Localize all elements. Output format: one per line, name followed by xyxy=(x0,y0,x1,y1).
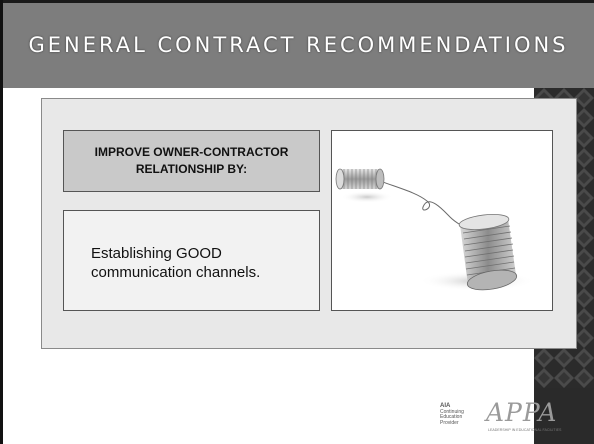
appa-tagline: LEADERSHIP IN EDUCATIONAL FACILITIES xyxy=(488,428,562,432)
slide-title: GENERAL CONTRACT RECOMMENDATIONS xyxy=(28,33,569,57)
tin-can-telephone-icon xyxy=(335,168,535,291)
appa-logo: APPA LEADERSHIP IN EDUCATIONAL FACILITIE… xyxy=(486,398,590,438)
body-box: Establishing GOOD communication channels… xyxy=(63,210,320,311)
small-can xyxy=(335,168,385,190)
body-text: Establishing GOOD communication channels… xyxy=(91,245,261,281)
aia-logo: AIA Continuing Education Provider xyxy=(440,403,474,434)
left-edge xyxy=(0,0,3,444)
title-bar: GENERAL CONTRACT RECOMMENDATIONS xyxy=(3,3,594,88)
image-box xyxy=(331,130,553,311)
top-edge xyxy=(0,0,594,3)
appa-wordmark: APPA xyxy=(486,398,558,427)
heading-text: IMPROVE OWNER-CONTRACTOR RELATIONSHIP BY… xyxy=(94,145,289,176)
aia-logo-line4: Provider xyxy=(440,419,459,426)
slide: GENERAL CONTRACT RECOMMENDATIONS IMPROVE… xyxy=(0,0,594,444)
heading-box: IMPROVE OWNER-CONTRACTOR RELATIONSHIP BY… xyxy=(63,130,320,192)
